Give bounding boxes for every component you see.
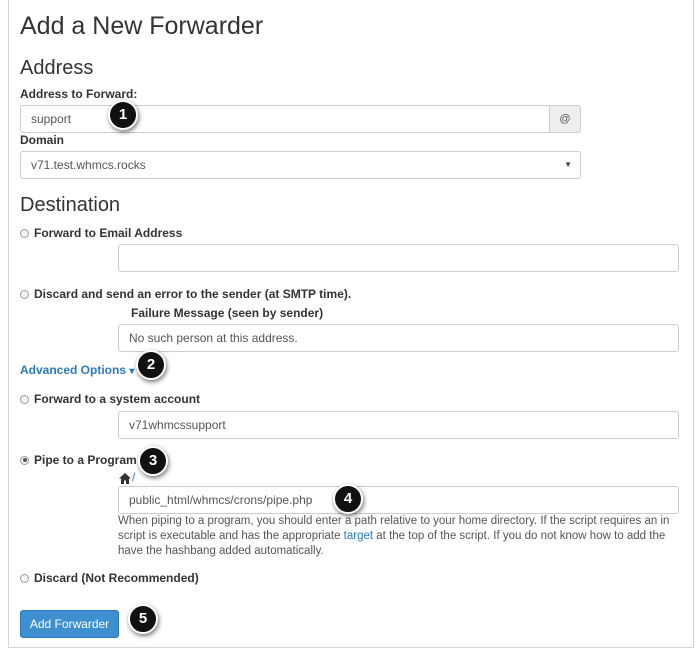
pipe-help-text: When piping to a program, you should ent… (118, 514, 693, 559)
discard-option[interactable]: Discard (Not Recommended) (20, 570, 199, 586)
domain-value: v71.test.whmcs.rocks (31, 158, 146, 172)
discard-error-radio[interactable] (20, 289, 29, 299)
home-icon (119, 473, 131, 484)
pipe-program-input[interactable]: public_html/whmcs/crons/pipe.php (118, 486, 679, 514)
step-badge-2: 2 (136, 350, 166, 380)
advanced-options-label: Advanced Options (20, 363, 127, 377)
pipe-help-line-2-end: at the top of the script. If you do not … (373, 530, 666, 542)
system-account-radio[interactable] (20, 394, 29, 404)
step-badge-3: 3 (138, 446, 168, 476)
target-link[interactable]: target (344, 530, 373, 542)
step-badge-1: 1 (108, 100, 138, 130)
pipe-help-line-2-start: script is executable and has the appropr… (118, 530, 344, 542)
step-badge-5: 5 (128, 604, 158, 634)
at-addon: @ (550, 105, 581, 133)
page-title: Add a New Forwarder (20, 12, 264, 40)
pipe-help-line-3: have the hashbang added automatically. (118, 545, 324, 557)
pipe-help-line-1: When piping to a program, you should ent… (118, 515, 670, 527)
pipe-program-option[interactable]: Pipe to a Program (20, 452, 137, 468)
advanced-options-toggle[interactable]: Advanced Options ▾ (20, 363, 134, 377)
path-separator: / (132, 470, 136, 484)
failure-message-input[interactable]: No such person at this address. (118, 324, 679, 352)
discard-error-label: Discard and send an error to the sender … (34, 287, 352, 301)
system-account-option[interactable]: Forward to a system account (20, 391, 200, 407)
discard-radio[interactable] (20, 573, 29, 583)
chevron-down-icon: ▾ (129, 366, 135, 377)
address-to-forward-label: Address to Forward: (20, 87, 138, 101)
failure-message-label: Failure Message (seen by sender) (131, 306, 324, 320)
select-caret-icon: ▼ (564, 160, 572, 169)
forward-email-label: Forward to Email Address (34, 226, 183, 240)
forward-email-radio[interactable] (20, 228, 29, 238)
domain-label: Domain (20, 133, 65, 147)
discard-label: Discard (Not Recommended) (34, 571, 199, 585)
forward-email-option[interactable]: Forward to Email Address (20, 225, 182, 241)
add-forwarder-button[interactable]: Add Forwarder (20, 610, 119, 638)
pipe-help-line-2: script is executable and has the appropr… (118, 529, 693, 544)
domain-select[interactable]: v71.test.whmcs.rocks ▼ (20, 151, 581, 179)
pipe-program-radio[interactable] (20, 455, 29, 465)
address-to-forward-input[interactable]: support (20, 105, 550, 133)
system-account-label: Forward to a system account (34, 392, 201, 406)
discard-error-option[interactable]: Discard and send an error to the sender … (20, 286, 351, 302)
destination-heading: Destination (20, 194, 121, 216)
address-heading: Address (20, 57, 94, 79)
forward-email-input[interactable] (118, 244, 679, 272)
pipe-program-label: Pipe to a Program (34, 453, 137, 467)
step-badge-4: 4 (333, 484, 363, 514)
system-account-input[interactable]: v71whmcssupport (118, 411, 679, 439)
